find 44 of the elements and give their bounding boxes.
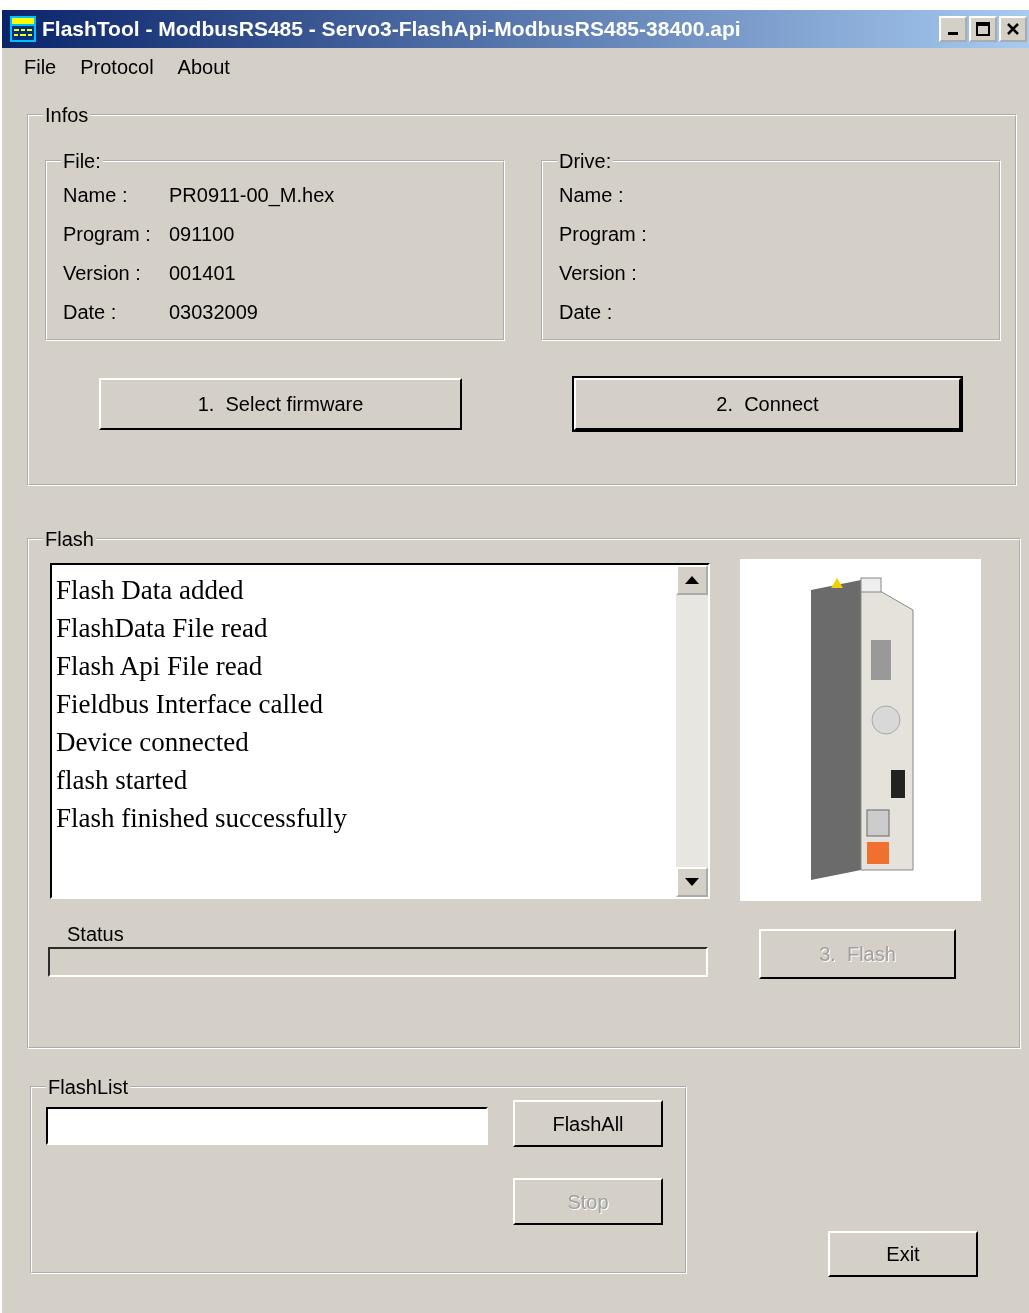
window-title: FlashTool - ModbusRS485 - Servo3-FlashApi-ModbusRS485-38400.api <box>42 16 741 43</box>
field-label: Version : <box>559 260 638 286</box>
group-title: File: <box>62 151 102 171</box>
field-label: Name : <box>63 182 129 208</box>
scroll-up-icon[interactable] <box>685 576 699 584</box>
status-label: Status <box>67 922 125 947</box>
group-title: Flash <box>44 529 95 549</box>
connect-button[interactable]: 2. Connect <box>574 378 961 430</box>
scroll-down-icon[interactable] <box>685 878 699 886</box>
maximize-icon <box>976 22 990 36</box>
log-line: Flash finished successfully <box>56 802 348 835</box>
field-value: 03032009 <box>169 299 258 325</box>
field-label: Program : <box>559 221 648 247</box>
field-label: Name : <box>559 182 625 208</box>
log-line: Flash Data added <box>56 574 245 607</box>
field-value: 001401 <box>169 260 236 286</box>
close-icon <box>1006 22 1020 36</box>
log-line: Device connected <box>56 726 250 759</box>
menu-item[interactable]: File <box>12 52 69 82</box>
menu-item[interactable]: About <box>165 52 242 82</box>
log-line: Flash Api File read <box>56 650 264 683</box>
exit-button[interactable]: Exit <box>828 1231 978 1277</box>
group-title: Drive: <box>558 151 613 171</box>
scrollbar[interactable] <box>676 565 708 897</box>
log-line: Fieldbus Interface called <box>56 688 324 721</box>
field-label: Program : <box>63 221 152 247</box>
minimize-icon <box>948 32 958 35</box>
minimize-button[interactable] <box>939 16 967 42</box>
group-title: FlashList <box>47 1077 130 1097</box>
menu-item[interactable]: Protocol <box>68 52 166 82</box>
field-value: 091100 <box>169 221 235 247</box>
field-label: Date : <box>559 299 614 325</box>
log-line: flash started <box>56 764 189 797</box>
flash-all-button[interactable]: FlashAll <box>513 1100 663 1147</box>
app-icon <box>10 16 36 42</box>
select-firmware-button[interactable]: 1. Select firmware <box>99 378 462 430</box>
group-title: Infos <box>44 105 90 125</box>
log-line: FlashData File read <box>56 612 269 645</box>
flashlist-input-field[interactable] <box>46 1107 488 1145</box>
field-label: Date : <box>63 299 118 325</box>
field-value: PR0911-00_M.hex <box>169 182 335 209</box>
close-button[interactable] <box>999 16 1027 42</box>
field-label: Version : <box>63 260 142 286</box>
maximize-button[interactable] <box>969 16 997 42</box>
